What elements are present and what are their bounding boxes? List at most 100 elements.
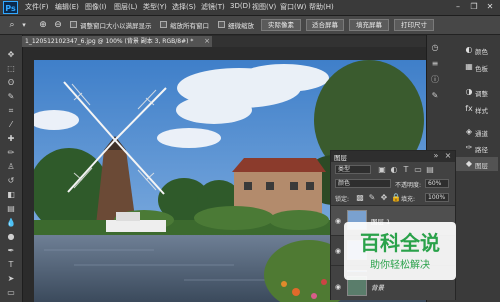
clone-stamp-tool-icon[interactable]: ♙	[5, 161, 17, 172]
crop-tool-icon[interactable]: ⌗	[5, 105, 17, 116]
menu-edit[interactable]: 编辑(E)	[55, 2, 79, 12]
close-window-button[interactable]: ✕	[484, 2, 496, 12]
fill-label: 填充:	[401, 196, 416, 203]
tool-preset-dropdown-icon[interactable]: ▾	[18, 19, 30, 31]
lasso-tool-icon[interactable]: ʘ	[5, 77, 17, 88]
panel-color[interactable]: ◐ 颜色	[430, 43, 498, 57]
swatches-panel-icon: ▦	[465, 62, 473, 71]
type-tool-icon[interactable]: T	[5, 259, 17, 270]
panel-swatches[interactable]: ▦ 色板	[430, 60, 498, 74]
menu-help[interactable]: 帮助(H)	[309, 2, 334, 12]
close-panel-icon[interactable]: ×	[443, 151, 453, 161]
menu-select[interactable]: 选择(S)	[172, 2, 196, 12]
eye-icon[interactable]: ◉	[334, 283, 342, 291]
paths-panel-icon: ✑	[465, 143, 473, 152]
menu-3d[interactable]: 3D(D)	[230, 2, 251, 10]
collapse-icon[interactable]: »	[431, 151, 441, 161]
eye-icon[interactable]: ◉	[334, 217, 342, 225]
zoom-all-checkbox[interactable]	[160, 21, 167, 28]
layers-panel-icon: ◆	[465, 159, 473, 168]
pen-tool-icon[interactable]: ✒	[5, 245, 17, 256]
options-bar: ⌕ ▾ ⊕ ⊖ 调整窗口大小以满屏显示 缩放所有窗口 细微缩放 实际像素 适合屏…	[0, 16, 500, 35]
move-tool-icon[interactable]: ✥	[5, 49, 17, 60]
resize-windows-label: 调整窗口大小以满屏显示	[80, 22, 152, 30]
history-brush-tool-icon[interactable]: ↺	[5, 175, 17, 186]
gradient-tool-icon[interactable]: ▤	[5, 203, 17, 214]
tools-panel: ✥ ⬚ ʘ ✎ ⌗ ⁄ ✚ ✏ ♙ ↺ ◧ ▤ 💧 ● ✒ T ➤ ▭	[0, 35, 23, 302]
menu-file[interactable]: 文件(F)	[25, 2, 49, 12]
photoshop-logo: Ps	[3, 1, 18, 14]
watermark-subtitle: 助你轻松解决	[370, 258, 430, 271]
filter-adjustment-icon[interactable]: ◐	[389, 165, 399, 175]
info-panel-icon[interactable]: ⓘ	[430, 75, 440, 85]
document-tab-title: 1_120512102347_6.jpg @ 100% (背景 副本 3, RG…	[25, 38, 194, 45]
brush-tool-icon[interactable]: ✏	[5, 147, 17, 158]
layer-kind-filter-value: 类型	[338, 166, 351, 173]
fill-input[interactable]: 100%	[425, 193, 449, 202]
panel-channels[interactable]: ◈ 通道	[430, 125, 498, 139]
eyedropper-tool-icon[interactable]: ⁄	[5, 119, 17, 130]
marquee-tool-icon[interactable]: ⬚	[5, 63, 17, 74]
filter-pixel-icon[interactable]: ▣	[377, 165, 387, 175]
styles-panel-icon: fx	[465, 104, 473, 113]
opacity-label: 不透明度:	[395, 182, 422, 189]
layers-panel-title: 图层	[334, 154, 347, 162]
print-size-button[interactable]: 打印尺寸	[394, 19, 434, 31]
menu-image[interactable]: 图像(I)	[85, 2, 107, 12]
lock-image-icon[interactable]: ✎	[367, 193, 377, 203]
watermark: 百科全说 助你轻松解决	[344, 222, 456, 280]
layer-kind-filter[interactable]: 类型	[335, 165, 371, 174]
menu-layer[interactable]: 图层(L)	[114, 2, 137, 12]
fill-screen-button[interactable]: 填充屏幕	[349, 19, 389, 31]
watermark-badge: 百科全说 助你轻松解决	[344, 222, 456, 280]
close-tab-icon[interactable]: ×	[204, 36, 210, 47]
zoom-in-icon[interactable]: ⊕	[37, 19, 49, 31]
lock-transparency-icon[interactable]: ▩	[355, 193, 365, 203]
opacity-input[interactable]: 60%	[425, 179, 449, 188]
panel-adjustments[interactable]: ◑ 调整	[430, 85, 498, 99]
minimize-button[interactable]: –	[452, 2, 464, 12]
filter-shape-icon[interactable]: ▭	[413, 165, 423, 175]
panel-channels-label: 通道	[475, 130, 488, 138]
adjustments-panel-icon: ◑	[465, 87, 473, 96]
quick-select-tool-icon[interactable]: ✎	[5, 91, 17, 102]
scrubby-zoom-checkbox[interactable]	[218, 21, 225, 28]
blend-mode-select[interactable]: 颜色	[335, 179, 391, 188]
menu-window[interactable]: 窗口(W)	[280, 2, 306, 12]
menu-type[interactable]: 类型(Y)	[143, 2, 167, 12]
zoom-out-icon[interactable]: ⊖	[52, 19, 64, 31]
healing-brush-tool-icon[interactable]: ✚	[5, 133, 17, 144]
eye-icon[interactable]: ◉	[334, 247, 342, 255]
filter-type-icon[interactable]: T	[401, 165, 411, 175]
fit-screen-button[interactable]: 适合屏幕	[306, 19, 344, 31]
zoom-tool-icon[interactable]: ⌕	[6, 19, 18, 31]
filter-smart-object-icon[interactable]: ▤	[425, 165, 435, 175]
menu-filter[interactable]: 滤镜(T)	[201, 2, 225, 12]
resize-windows-checkbox[interactable]	[70, 21, 77, 28]
panel-styles-label: 样式	[475, 107, 488, 115]
document-tab[interactable]: 1_120512102347_6.jpg @ 100% (背景 副本 3, RG…	[22, 36, 212, 47]
lock-all-icon[interactable]: 🔒	[391, 193, 401, 203]
layer-name: 背景	[371, 284, 384, 292]
panel-styles[interactable]: fx 样式	[430, 102, 498, 116]
lock-position-icon[interactable]: ✥	[379, 193, 389, 203]
shape-tool-icon[interactable]: ▭	[5, 287, 17, 298]
watermark-title: 百科全说	[360, 231, 440, 255]
dodge-tool-icon[interactable]: ●	[5, 231, 17, 242]
panel-adjustments-label: 调整	[475, 90, 488, 98]
panel-paths-label: 路径	[475, 146, 488, 154]
actual-pixels-button[interactable]: 实际像素	[261, 19, 301, 31]
menu-view[interactable]: 视图(V)	[252, 2, 276, 12]
panel-swatches-label: 色板	[475, 65, 488, 73]
fill-value: 100%	[428, 194, 446, 201]
blur-tool-icon[interactable]: 💧	[5, 217, 17, 228]
color-panel-icon: ◐	[465, 45, 473, 54]
path-selection-tool-icon[interactable]: ➤	[5, 273, 17, 284]
eraser-tool-icon[interactable]: ◧	[5, 189, 17, 200]
channels-panel-icon: ◈	[465, 127, 473, 136]
blend-mode-value: 颜色	[338, 180, 351, 187]
layers-panel-header[interactable]: 图层 » ×	[331, 151, 455, 162]
restore-button[interactable]: ❐	[468, 2, 480, 12]
opacity-value: 60%	[428, 180, 442, 187]
zoom-all-label: 缩放所有窗口	[170, 22, 209, 30]
